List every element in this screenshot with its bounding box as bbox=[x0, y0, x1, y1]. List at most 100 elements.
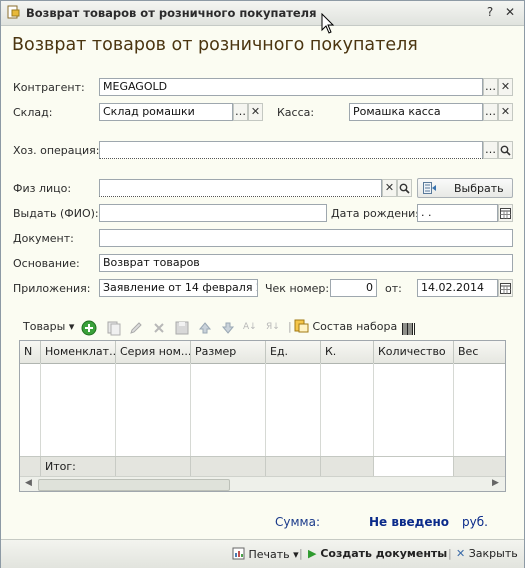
search-icon bbox=[399, 183, 410, 194]
fiz-lico-field[interactable] bbox=[99, 179, 382, 197]
column-header-nomenklatura[interactable]: Номенклат... bbox=[41, 341, 116, 363]
kassa-clear-button[interactable]: ✕ bbox=[498, 103, 513, 121]
sklad-clear-button[interactable]: ✕ bbox=[248, 103, 263, 121]
search-icon bbox=[500, 145, 511, 156]
sklad-select-button[interactable]: … bbox=[233, 103, 248, 121]
table-column-ed bbox=[266, 363, 321, 456]
fiz-lico-clear-button[interactable]: ✕ bbox=[382, 179, 397, 197]
table-toolbar: Товары ▾ A↓ Я↓ | Состав набора bbox=[19, 318, 509, 338]
table-column-k bbox=[321, 363, 374, 456]
delete-icon[interactable] bbox=[151, 319, 167, 337]
close-label: Закрыть bbox=[468, 547, 518, 560]
kontragent-label: Контрагент: bbox=[13, 81, 85, 94]
osnovanie-field[interactable]: Возврат товаров bbox=[99, 254, 513, 272]
table-column-razmer bbox=[191, 363, 266, 456]
fiz-lico-label: Физ лицо: bbox=[13, 182, 72, 195]
kontragent-clear-button[interactable]: ✕ bbox=[498, 78, 513, 96]
sort-descending-icon[interactable]: Я↓ bbox=[266, 318, 280, 336]
calendar-icon bbox=[500, 208, 511, 219]
sort-ascending-icon[interactable]: A↓ bbox=[243, 318, 257, 336]
footer-itog-label: Итог: bbox=[41, 457, 116, 477]
column-header-k[interactable]: К. bbox=[321, 341, 374, 363]
prilozheniya-label: Приложения: bbox=[13, 282, 91, 295]
kassa-field[interactable]: Ромашка касса bbox=[349, 103, 483, 121]
data-rozhdeniya-calendar-button[interactable] bbox=[498, 204, 513, 222]
vybrat-label: Выбрать bbox=[454, 182, 504, 195]
dokument-field[interactable] bbox=[99, 229, 513, 247]
sostav-nabora-label: Состав набора bbox=[312, 320, 398, 333]
print-label: Печать bbox=[248, 548, 290, 561]
vybrat-button[interactable]: Выбрать bbox=[417, 178, 513, 198]
hoz-operaciya-select-button[interactable]: … bbox=[483, 141, 498, 159]
kassa-select-button[interactable]: … bbox=[483, 103, 498, 121]
footer-cell bbox=[266, 457, 321, 477]
barcode-icon[interactable] bbox=[401, 320, 417, 338]
chek-nomer-label: Чек номер: bbox=[265, 282, 330, 295]
table-header: N Номенклат... Серия ном... Размер Ед. К… bbox=[20, 341, 505, 364]
ot-date-field[interactable]: 14.02.2014 bbox=[417, 279, 498, 297]
copy-icon[interactable] bbox=[106, 319, 122, 337]
sklad-label: Склад: bbox=[13, 106, 53, 119]
ot-label: от: bbox=[385, 282, 402, 295]
sostav-nabora-button[interactable]: Состав набора bbox=[294, 318, 397, 336]
help-icon[interactable]: ? bbox=[483, 5, 497, 19]
fiz-lico-search-button[interactable] bbox=[397, 179, 412, 197]
kontragent-field[interactable]: MEGAGOLD bbox=[99, 78, 483, 96]
dokument-label: Документ: bbox=[13, 232, 74, 245]
column-header-ves[interactable]: Вес bbox=[454, 341, 505, 363]
prilozheniya-field[interactable]: Заявление от 14 февраля 201 bbox=[99, 279, 258, 297]
osnovanie-label: Основание: bbox=[13, 257, 80, 270]
tovary-label: Товары bbox=[23, 320, 66, 333]
print-button[interactable]: Печать ▾ bbox=[232, 547, 299, 561]
move-up-icon[interactable] bbox=[197, 319, 213, 337]
column-header-n[interactable]: N bbox=[20, 341, 41, 363]
toolbar-separator: | bbox=[288, 320, 292, 333]
summa-currency: руб. bbox=[462, 515, 488, 529]
edit-icon[interactable] bbox=[128, 319, 144, 337]
document-window: Возврат товаров от розничного покупателя… bbox=[0, 0, 525, 568]
close-window-button[interactable]: ✕ bbox=[503, 5, 517, 19]
footer-cell bbox=[454, 457, 505, 477]
table-footer: Итог: bbox=[20, 456, 505, 477]
close-icon: ✕ bbox=[456, 547, 466, 560]
goods-table[interactable]: N Номенклат... Серия ном... Размер Ед. К… bbox=[19, 340, 506, 492]
sklad-field[interactable]: Склад ромашки bbox=[99, 103, 233, 121]
bottom-separator: | bbox=[448, 547, 452, 560]
select-list-icon bbox=[423, 182, 436, 194]
table-column-seriya bbox=[116, 363, 191, 456]
column-header-seriya[interactable]: Серия ном... bbox=[116, 341, 191, 363]
column-header-ed[interactable]: Ед. bbox=[266, 341, 321, 363]
scroll-thumb[interactable] bbox=[38, 479, 230, 491]
hoz-operaciya-search-button[interactable] bbox=[498, 141, 513, 159]
close-button[interactable]: ✕ Закрыть bbox=[456, 547, 518, 560]
scroll-left-icon[interactable]: ◀ bbox=[25, 478, 32, 488]
ot-calendar-button[interactable] bbox=[498, 279, 513, 297]
column-header-kolichestvo[interactable]: Количество bbox=[374, 341, 454, 363]
window-title: Возврат товаров от розничного покупателя bbox=[26, 6, 317, 20]
data-rozhdeniya-field[interactable]: . . bbox=[417, 204, 498, 222]
summa-label: Сумма: bbox=[275, 515, 320, 529]
bottom-separator: | bbox=[299, 547, 303, 560]
table-column-nomenklatura bbox=[41, 363, 116, 456]
table-column-kolichestvo bbox=[374, 363, 454, 456]
add-icon[interactable] bbox=[81, 319, 97, 337]
move-down-icon[interactable] bbox=[220, 319, 236, 337]
tovary-menu-button[interactable]: Товары ▾ bbox=[23, 318, 74, 336]
create-documents-button[interactable]: ▶ Создать документы bbox=[308, 547, 447, 560]
table-column-ves bbox=[454, 363, 505, 456]
scroll-right-icon[interactable]: ▶ bbox=[492, 478, 499, 488]
hoz-operaciya-field[interactable] bbox=[99, 141, 483, 159]
mouse-cursor-icon bbox=[321, 13, 335, 34]
save-icon[interactable] bbox=[174, 319, 190, 337]
kontragent-select-button[interactable]: … bbox=[483, 78, 498, 96]
table-column-n bbox=[20, 363, 41, 456]
horizontal-scrollbar[interactable]: ◀ ▶ bbox=[20, 476, 505, 491]
chek-nomer-field[interactable]: 0 bbox=[330, 279, 377, 297]
vydat-field[interactable] bbox=[99, 204, 327, 222]
column-header-razmer[interactable]: Размер bbox=[191, 341, 266, 363]
hoz-operaciya-label: Хоз. операция: bbox=[13, 144, 100, 157]
title-bar[interactable]: Возврат товаров от розничного покупателя… bbox=[1, 1, 524, 26]
footer-cell bbox=[191, 457, 266, 477]
calendar-icon bbox=[500, 283, 511, 294]
footer-cell bbox=[116, 457, 191, 477]
